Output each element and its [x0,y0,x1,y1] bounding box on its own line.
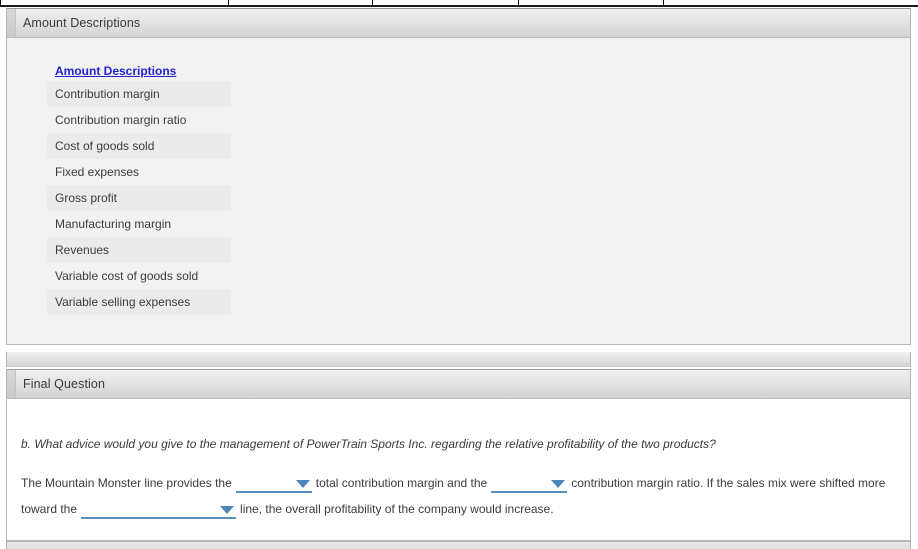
answer-segment-5: line, the overall profitability of the c… [240,502,554,516]
chevron-down-icon [295,479,310,488]
final-question-prompt: b. What advice would you give to the man… [21,437,716,451]
amount-descriptions-list-header: Amount Descriptions [47,62,231,81]
cut-off-table-strip [0,0,918,7]
answer-segment-4: toward the [21,502,78,516]
product-line-dropdown[interactable] [81,501,237,519]
table-bottom-border [0,5,918,7]
amount-descriptions-list: Amount Descriptions Contribution margin … [47,62,231,315]
chevron-down-icon [220,505,235,514]
contribution-margin-ratio-dropdown[interactable] [491,475,568,493]
amount-descriptions-panel-body: Amount Descriptions Contribution margin … [7,38,910,344]
answer-segment-2: total contribution margin and the [315,476,488,490]
list-item[interactable]: Variable cost of goods sold [47,263,231,289]
amount-descriptions-panel-title: Amount Descriptions [23,16,141,30]
list-item[interactable]: Fixed expenses [47,159,231,185]
answer-segment-3: contribution margin ratio. If the sales … [571,476,886,490]
final-question-panel-title: Final Question [23,377,105,391]
final-question-panel-body: b. What advice would you give to the man… [7,399,910,540]
amount-descriptions-link[interactable]: Amount Descriptions [55,64,176,78]
list-item[interactable]: Revenues [47,237,231,263]
bottom-footer-band [6,541,911,549]
contribution-margin-dropdown[interactable] [235,475,312,493]
chevron-down-icon [551,479,566,488]
panel-separator-band [6,352,911,367]
final-question-panel-header: Final Question [7,370,910,399]
answer-statement: The Mountain Monster line provides the to… [21,470,896,522]
list-item[interactable]: Variable selling expenses [47,289,231,315]
list-item[interactable]: Manufacturing margin [47,211,231,237]
final-question-panel: Final Question b. What advice would you … [6,369,911,541]
list-item[interactable]: Contribution margin ratio [47,107,231,133]
amount-descriptions-panel: Amount Descriptions Amount Descriptions … [6,8,911,345]
list-item[interactable]: Cost of goods sold [47,133,231,159]
amount-descriptions-panel-header: Amount Descriptions [7,9,910,38]
list-item[interactable]: Gross profit [47,185,231,211]
list-item[interactable]: Contribution margin [47,81,231,107]
answer-segment-1: The Mountain Monster line provides the [21,476,232,490]
